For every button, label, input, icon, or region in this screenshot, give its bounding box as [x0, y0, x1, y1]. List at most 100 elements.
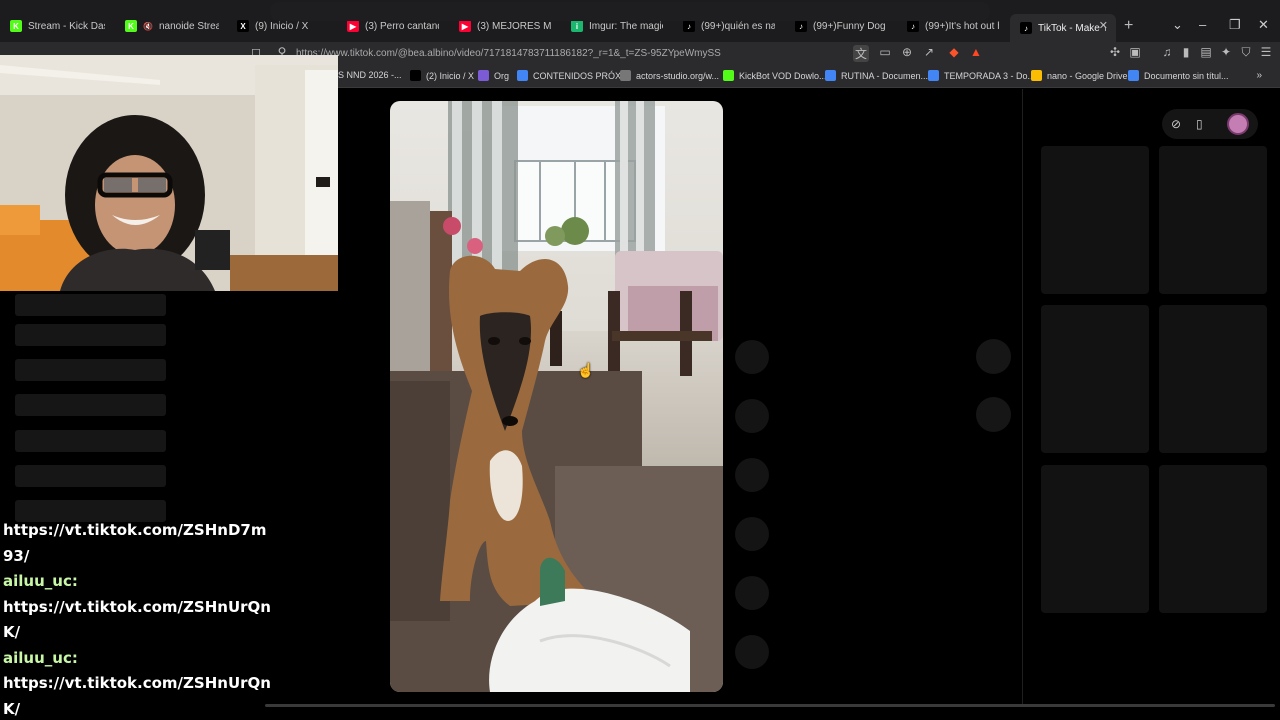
translate-icon[interactable]: 文: [853, 45, 869, 62]
x-icon: X: [237, 20, 249, 32]
cast-icon[interactable]: ▭: [877, 45, 893, 59]
stream-chat-overlay: https://vt.tiktok.com/ZSHnD7m 93/ailuu_uc…: [3, 518, 273, 720]
tab-title: (99+)It's hot out here: [925, 20, 999, 32]
browser-tab[interactable]: ♪ TikTok - Make Yo✕: [1010, 14, 1116, 42]
tab-title: Imgur: The magic of t: [589, 20, 663, 32]
chat-message: https://vt.tiktok.com/ZSHnUrQn: [3, 597, 271, 616]
bookmark-label: (2) Inicio / X: [426, 70, 475, 81]
browser-tab[interactable]: K Stream - Kick Dashbo: [0, 14, 115, 38]
music-button[interactable]: [735, 576, 769, 610]
youtube-icon: ▶: [459, 20, 471, 32]
bookmark-item[interactable]: nano - Google Drive: [1031, 70, 1128, 81]
kick-icon: K: [10, 20, 22, 32]
share-button[interactable]: [735, 517, 769, 551]
recommended-video-skeleton: [1041, 146, 1149, 294]
bookmark-label: Documento sin títul...: [1144, 70, 1229, 81]
zoom-icon[interactable]: ⊕: [899, 45, 915, 59]
docs-icon: [1128, 70, 1139, 81]
chat-username: ailuu_uc:: [3, 648, 78, 667]
video-player[interactable]: [390, 101, 723, 692]
recommended-video-skeleton: [1159, 305, 1267, 453]
share-icon[interactable]: ↗: [921, 45, 937, 59]
next-video-button[interactable]: [976, 397, 1011, 432]
dog-video-frame: [390, 101, 723, 692]
like-button[interactable]: [735, 340, 769, 374]
url-text[interactable]: https://www.tiktok.com/@bea.albino/video…: [296, 48, 721, 59]
chat-message: K/: [3, 623, 21, 641]
bookmark-label: Org: [494, 70, 510, 81]
phone-icon[interactable]: ▯: [1196, 117, 1203, 131]
kick-icon: [723, 70, 734, 81]
new-tab-button[interactable]: +: [1124, 17, 1133, 35]
explore-icon[interactable]: ⊘: [1171, 117, 1181, 131]
sidebar-skeleton-item: [15, 359, 166, 381]
recommended-video-skeleton: [1041, 465, 1149, 613]
horizontal-scrollbar[interactable]: [265, 704, 1275, 707]
bookmark-item[interactable]: actors-studio.org/w...: [620, 70, 719, 81]
close-window-button[interactable]: ✕: [1258, 17, 1269, 33]
kick-icon: K: [125, 20, 137, 32]
bookmark-label: CONTENIDOS PRÓX...: [533, 70, 629, 81]
brave-rewards-icon[interactable]: ▲: [968, 45, 984, 59]
docs-icon: [517, 70, 528, 81]
drive-icon: [1031, 70, 1042, 81]
recommended-video-skeleton: [1041, 305, 1149, 453]
comment-button[interactable]: [735, 399, 769, 433]
bookmark-item[interactable]: KickBot VOD Dowlo...: [723, 70, 827, 81]
mouse-cursor-icon: ☝: [577, 362, 595, 378]
bookmark-item[interactable]: S NND 2026 -...: [338, 70, 402, 80]
vpn-icon[interactable]: ⛉: [1238, 45, 1254, 60]
tab-search-icon[interactable]: ⌄: [1172, 17, 1183, 33]
muted-icon[interactable]: 🔇: [143, 22, 153, 31]
bookmark-item[interactable]: Documento sin títul...: [1128, 70, 1229, 81]
chat-message: K/: [3, 699, 21, 718]
chat-username: ailuu_uc:: [3, 572, 78, 590]
tab-title: TikTok - Make Yo: [1038, 22, 1106, 34]
media-icon[interactable]: ♫: [1159, 45, 1175, 59]
bookmark-label: KickBot VOD Dowlo...: [739, 70, 827, 81]
brave-shields-icon[interactable]: ◆: [946, 45, 962, 59]
sidebar-skeleton-item: [15, 394, 166, 416]
org-icon: [478, 70, 489, 81]
sidebar-icon[interactable]: ▮: [1178, 45, 1194, 59]
tab-title: (9) Inicio / X: [255, 20, 309, 32]
imgur-icon: i: [571, 20, 583, 32]
globe-icon: [620, 70, 631, 81]
screenshot-icon[interactable]: ▣: [1127, 45, 1143, 59]
sidebar-skeleton-item: [15, 294, 166, 316]
menu-icon[interactable]: ☰: [1258, 45, 1274, 59]
tiktok-icon: ♪: [683, 20, 695, 32]
bookmark-item[interactable]: CONTENIDOS PRÓX...: [517, 70, 629, 81]
recommended-video-skeleton: [1159, 146, 1267, 294]
bookmark-item[interactable]: Org: [478, 70, 509, 81]
extensions-icon[interactable]: ✣: [1107, 45, 1123, 59]
sidebar-skeleton-item: [15, 430, 166, 452]
restore-button[interactable]: ❐: [1229, 17, 1241, 33]
x-icon: [410, 70, 421, 81]
address-bar[interactable]: [270, 2, 990, 21]
chat-message: https://vt.tiktok.com/ZSHnUrQn: [3, 674, 271, 692]
avatar[interactable]: [1227, 113, 1249, 135]
bookmark-item[interactable]: RUTINA - Documen...: [825, 70, 928, 81]
webcam-overlay: [0, 55, 338, 291]
bookmark-item[interactable]: TEMPORADA 3 - Do...: [928, 70, 1035, 81]
bookmark-label: RUTINA - Documen...: [841, 70, 929, 81]
recommended-video-skeleton: [1159, 465, 1267, 613]
minimize-button[interactable]: –: [1199, 17, 1206, 32]
bookmark-item[interactable]: (2) Inicio / X: [410, 70, 474, 81]
streamer-webcam: [0, 55, 338, 291]
bookmark-label: TEMPORADA 3 - Do...: [944, 70, 1036, 81]
close-tab-icon[interactable]: ✕: [1099, 20, 1108, 32]
wallet-icon[interactable]: ▤: [1198, 45, 1214, 59]
chat-message: https://vt.tiktok.com/ZSHnD7m: [3, 521, 267, 539]
leo-ai-icon[interactable]: ✦: [1218, 45, 1234, 59]
more-bookmarks-icon[interactable]: »: [1256, 70, 1262, 81]
more-button[interactable]: [735, 635, 769, 669]
previous-video-button[interactable]: [976, 339, 1011, 374]
tab-title: (3) MEJORES MOMEN: [477, 20, 551, 32]
youtube-icon: ▶: [347, 20, 359, 32]
tiktok-icon: ♪: [1020, 22, 1032, 34]
chat-message: 93/: [3, 546, 30, 565]
save-button[interactable]: [735, 458, 769, 492]
browser-tab[interactable]: K 🔇 nanoide Stream -: [115, 14, 227, 38]
